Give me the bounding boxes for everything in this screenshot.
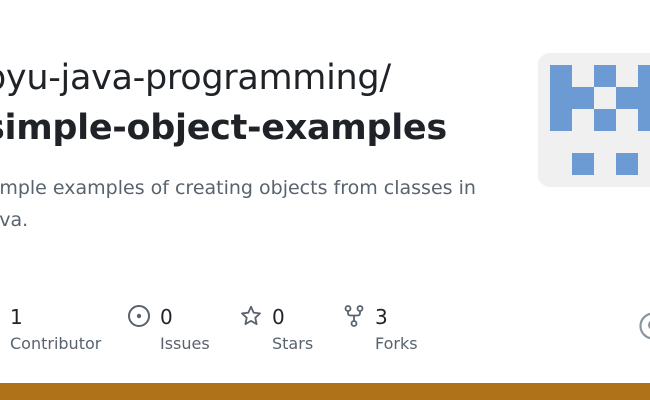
stat-label: Stars (272, 334, 314, 353)
identicon-graphic (550, 65, 650, 175)
issue-icon (127, 304, 151, 328)
stat-stars[interactable]: 0 Stars (239, 302, 339, 362)
stat-forks[interactable]: 3 Forks (342, 302, 442, 362)
stat-label: Issues (160, 334, 210, 353)
repo-description: Simple examples of creating objects from… (0, 177, 476, 231)
fork-icon (342, 304, 366, 328)
star-icon (239, 304, 263, 328)
stat-value: 0 (272, 305, 285, 329)
stat-label: Contributor (10, 334, 102, 353)
language-color-bar (0, 383, 650, 400)
stat-value: 1 (10, 305, 23, 329)
github-logo-icon (638, 311, 650, 341)
repo-owner[interactable]: byu-java-programming/ (0, 56, 391, 100)
repo-name[interactable]: simple-object-examples (0, 106, 447, 150)
stat-label: Forks (375, 334, 418, 353)
social-preview-card: byu-java-programming/ simple-object-exam… (0, 0, 650, 400)
stat-issues[interactable]: 0 Issues (127, 302, 227, 362)
stat-value: 0 (160, 305, 173, 329)
owner-avatar[interactable] (538, 53, 650, 187)
stat-value: 3 (375, 305, 388, 329)
stat-contributors[interactable]: 1 Contributor (10, 302, 120, 362)
